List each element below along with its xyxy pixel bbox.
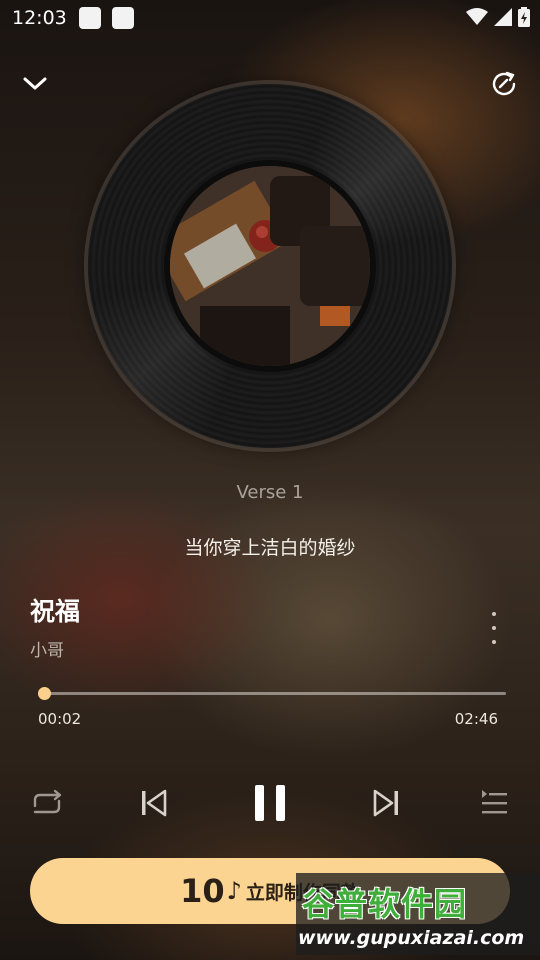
- repeat-button[interactable]: [26, 780, 68, 826]
- watermark: 谷普软件园 www.gupuxiazai.com: [296, 873, 540, 955]
- skip-previous-icon: [142, 789, 167, 817]
- current-lyric: 当你穿上洁白的婚纱: [184, 537, 356, 559]
- signal-icon: [494, 8, 512, 26]
- battery-icon: [518, 7, 530, 27]
- pause-icon: [255, 785, 285, 821]
- repeat-icon: [33, 789, 62, 814]
- playlist-button[interactable]: [474, 780, 514, 826]
- progress-bar[interactable]: [37, 687, 506, 700]
- status-time: 12:03: [12, 7, 67, 29]
- album-cover: [170, 166, 370, 366]
- next-button[interactable]: [366, 780, 406, 826]
- total-time: 02:46: [454, 710, 498, 728]
- dot: [492, 612, 496, 616]
- music-note-icon: ♪: [226, 877, 242, 905]
- watermark-title: 谷普软件园: [302, 885, 468, 923]
- more-options-button[interactable]: [484, 612, 504, 644]
- playlist-icon: [482, 790, 507, 814]
- song-title: 祝福: [30, 597, 81, 626]
- artist-name[interactable]: 小哥: [30, 636, 64, 661]
- chevron-down-icon: [23, 77, 47, 90]
- notification-icon: [112, 7, 134, 29]
- wifi-icon: [466, 8, 488, 25]
- collapse-button[interactable]: [17, 66, 53, 102]
- skip-next-icon: [373, 789, 398, 817]
- progress-thumb[interactable]: [37, 687, 51, 700]
- share-refresh-icon: [492, 71, 516, 96]
- dot: [492, 626, 496, 630]
- vinyl-record[interactable]: [88, 84, 452, 448]
- pause-button[interactable]: [246, 780, 294, 826]
- lyric-section-label: Verse 1: [236, 482, 304, 503]
- dot: [492, 640, 496, 644]
- cta-count: 10: [180, 872, 225, 910]
- current-time: 00:02: [38, 710, 82, 728]
- watermark-url: www.gupuxiazai.com: [298, 927, 525, 949]
- share-button[interactable]: [486, 66, 522, 102]
- status-icons: [466, 7, 530, 27]
- notification-icon: [79, 7, 101, 29]
- status-bar: 12:03: [0, 0, 540, 38]
- previous-button[interactable]: [134, 780, 174, 826]
